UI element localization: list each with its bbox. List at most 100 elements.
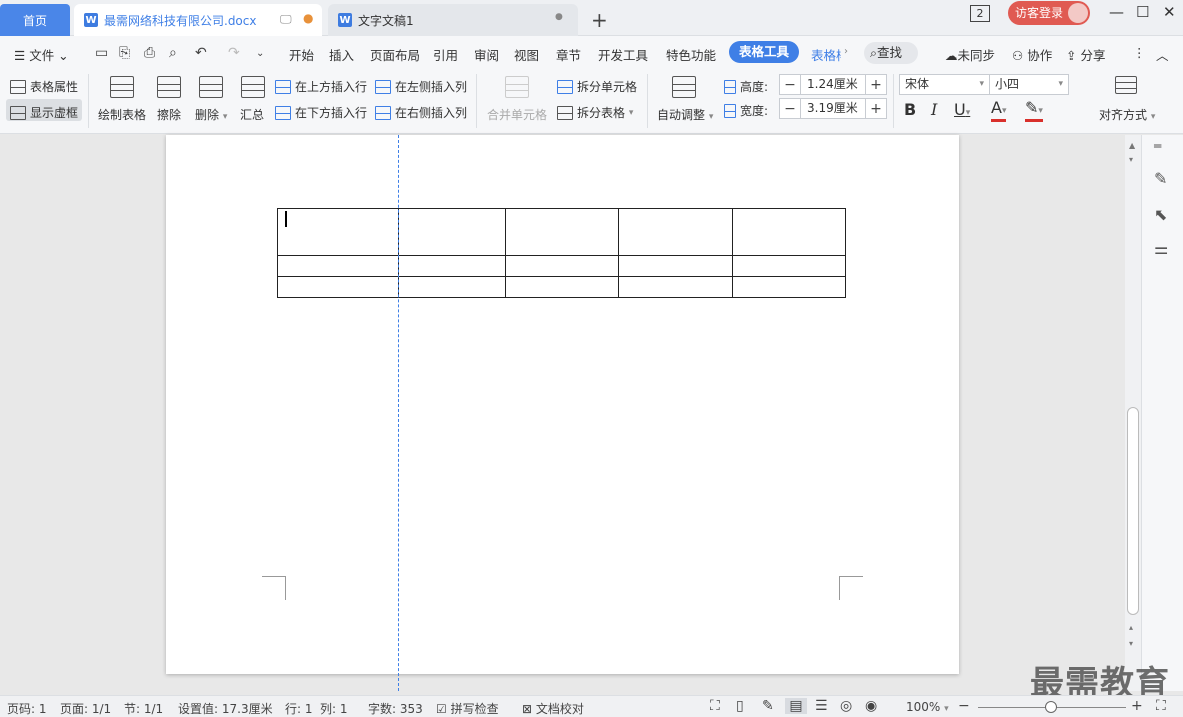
tab-document[interactable]: W 最需网络科技有限公司.docx 🖵 ● — [74, 4, 322, 36]
menu-table-tools[interactable]: 表格工具 — [729, 41, 799, 63]
width-decrease-button[interactable]: − — [780, 101, 800, 117]
eye-protection-icon[interactable]: ◉ — [865, 698, 877, 714]
height-stepper[interactable]: − 1.24厘米 + — [779, 74, 887, 95]
search-button[interactable]: ⌕查找 — [864, 42, 918, 64]
document-area[interactable] — [0, 135, 1125, 691]
insert-col-right-button[interactable]: 在右侧插入列 — [375, 104, 467, 121]
proofread-button[interactable]: ⊠ 文档校对 — [522, 700, 584, 717]
column-guide-line[interactable] — [398, 135, 399, 691]
table-cell[interactable] — [618, 255, 733, 277]
bold-icon[interactable]: B — [904, 100, 916, 119]
table-cell[interactable] — [277, 276, 399, 298]
scroll-down-icon[interactable]: ▴ — [1129, 623, 1133, 632]
table-cell[interactable] — [398, 208, 506, 256]
menu-start[interactable]: 开始 — [289, 45, 314, 64]
print-preview-icon[interactable]: ⌕ — [169, 45, 177, 61]
customize-chevron-down-icon[interactable]: ⌄ — [256, 48, 264, 59]
split-table-button[interactable]: 拆分表格 ▾ — [557, 104, 633, 121]
collab-button[interactable]: ⚇ 协作 — [1012, 45, 1052, 64]
table-cell[interactable] — [505, 208, 619, 256]
scroll-up-icon[interactable]: ▾ — [1129, 155, 1133, 164]
sidebar-menu-icon[interactable]: ═ — [1154, 139, 1161, 153]
status-page-number[interactable]: 页码: 1 — [7, 700, 47, 717]
table-cell[interactable] — [398, 276, 506, 298]
table-cell[interactable] — [505, 255, 619, 277]
table-cell[interactable] — [505, 276, 619, 298]
document-page[interactable] — [166, 135, 959, 674]
menu-review[interactable]: 审阅 — [474, 45, 499, 64]
tab-document-2[interactable]: W 文字文稿1 ● — [328, 4, 578, 36]
menu-scroll-right-icon[interactable]: › — [844, 46, 848, 57]
outline-view-icon[interactable]: ☰ — [815, 698, 828, 714]
read-mode-icon[interactable]: ▯ — [736, 698, 744, 714]
sync-button[interactable]: ☁未同步 — [945, 45, 995, 64]
scrollbar-thumb[interactable] — [1127, 407, 1139, 615]
menu-references[interactable]: 引用 — [433, 45, 458, 64]
minimize-icon[interactable]: — — [1109, 3, 1124, 21]
vertical-scrollbar[interactable]: ▲ ▾ ▴ ▾ — [1125, 135, 1141, 691]
status-section[interactable]: 节: 1/1 — [124, 700, 163, 717]
highlight-icon[interactable]: ✎▾ — [1025, 100, 1043, 122]
new-tab-plus-icon[interactable]: + — [591, 8, 608, 32]
file-menu[interactable]: ☰ 文件 ⌄ — [14, 45, 69, 64]
zoom-select[interactable]: 100% ▾ — [906, 700, 949, 714]
menu-table-style[interactable]: 表格样 — [811, 45, 841, 64]
zoom-out-icon[interactable]: − — [958, 698, 970, 714]
status-col[interactable]: 列: 1 — [320, 700, 348, 717]
status-word-count[interactable]: 字数: 353 — [368, 700, 423, 717]
height-value[interactable]: 1.24厘米 — [800, 75, 866, 94]
font-size-select[interactable]: 小四 ▾ — [989, 74, 1069, 95]
table-cell[interactable] — [732, 276, 846, 298]
monitor-icon[interactable]: 🖵 — [280, 12, 292, 27]
menu-view[interactable]: 视图 — [514, 45, 539, 64]
table-properties-button[interactable]: 表格属性 — [10, 78, 78, 95]
format-painter-icon[interactable]: ⎘ — [119, 45, 130, 61]
print-icon[interactable]: ⎙ — [144, 45, 155, 61]
menu-special-features[interactable]: 特色功能 — [666, 45, 716, 64]
table-cell[interactable] — [732, 255, 846, 277]
menu-insert[interactable]: 插入 — [329, 45, 354, 64]
zoom-slider-handle[interactable] — [1045, 701, 1057, 713]
status-setting[interactable]: 设置值: 17.3厘米 — [178, 700, 273, 717]
maximize-icon[interactable]: ☐ — [1136, 3, 1149, 21]
scroll-up-icon[interactable]: ▲ — [1129, 141, 1135, 150]
save-icon[interactable]: ▭ — [95, 45, 108, 61]
menu-developer[interactable]: 开发工具 — [598, 45, 648, 64]
status-row[interactable]: 行: 1 — [285, 700, 313, 717]
width-increase-button[interactable]: + — [866, 101, 886, 117]
table-cell[interactable] — [618, 276, 733, 298]
width-stepper[interactable]: − 3.19厘米 + — [779, 98, 887, 119]
menu-chapter[interactable]: 章节 — [556, 45, 581, 64]
page-view-icon[interactable]: ▤ — [785, 698, 807, 714]
collapse-ribbon-icon[interactable]: ︿ — [1156, 45, 1169, 64]
window-count-badge[interactable]: 2 — [970, 5, 990, 22]
scroll-down-icon[interactable]: ▾ — [1129, 639, 1133, 648]
insert-row-below-button[interactable]: 在下方插入行 — [275, 104, 367, 121]
undo-icon[interactable]: ↶ — [195, 45, 207, 61]
italic-icon[interactable]: I — [931, 100, 937, 119]
share-button[interactable]: ⇪ 分享 — [1066, 45, 1105, 64]
underline-icon[interactable]: U▾ — [954, 100, 970, 119]
visitor-login-button[interactable]: 访客登录 — [1008, 1, 1090, 25]
more-icon[interactable]: ⋮ — [1133, 45, 1146, 60]
web-view-icon[interactable]: ◎ — [840, 698, 852, 714]
insert-col-left-button[interactable]: 在左侧插入列 — [375, 78, 467, 95]
close-icon[interactable]: ✕ — [1163, 3, 1176, 21]
status-pages[interactable]: 页面: 1/1 — [60, 700, 111, 717]
height-increase-button[interactable]: + — [866, 77, 886, 93]
document-table[interactable] — [277, 208, 846, 298]
show-grid-button[interactable]: 显示虚框 — [10, 104, 78, 121]
table-cell[interactable] — [732, 208, 846, 256]
menu-page-layout[interactable]: 页面布局 — [370, 45, 420, 64]
fit-page-icon[interactable]: ⛶ — [1156, 698, 1166, 714]
insert-row-above-button[interactable]: 在上方插入行 — [275, 78, 367, 95]
font-family-select[interactable]: 宋体 ▾ — [899, 74, 990, 95]
pointer-icon[interactable]: ⬉ — [1154, 205, 1167, 224]
pen-icon[interactable]: ✎ — [1154, 169, 1167, 188]
split-cells-button[interactable]: 拆分单元格 — [557, 78, 637, 95]
tab-home[interactable]: 首页 — [0, 4, 70, 36]
write-mode-icon[interactable]: ✎ — [762, 698, 774, 714]
table-cell[interactable] — [618, 208, 733, 256]
settings-sliders-icon[interactable]: ⚌ — [1154, 239, 1168, 258]
zoom-in-icon[interactable]: + — [1131, 698, 1143, 714]
